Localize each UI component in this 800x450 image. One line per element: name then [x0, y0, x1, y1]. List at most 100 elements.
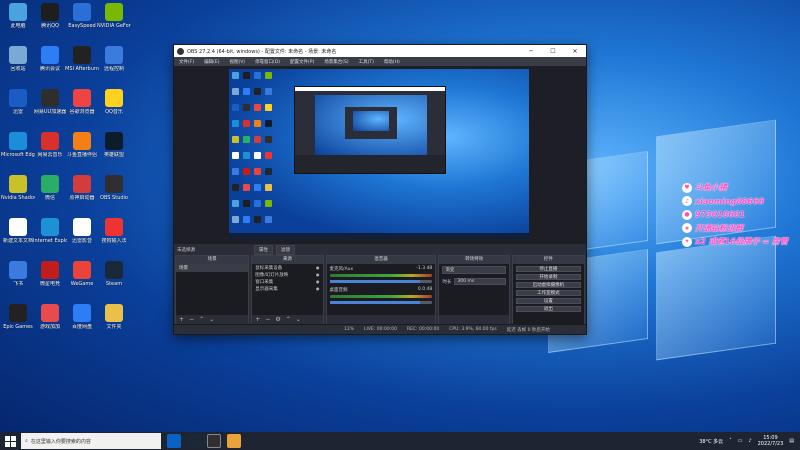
volume-slider[interactable] — [329, 280, 433, 283]
menu-edit[interactable]: 编辑(E) — [199, 59, 224, 65]
add-source-icon[interactable]: + — [255, 316, 260, 323]
desktop-icon[interactable]: 迅雷 — [1, 87, 35, 127]
move-up-icon[interactable]: ⌃ — [199, 316, 204, 323]
menu-file[interactable]: 文件(F) — [174, 59, 199, 65]
volume-icon[interactable]: ♪ — [748, 438, 751, 444]
start-recording-button[interactable]: 开始录制 — [515, 273, 581, 280]
clock[interactable]: 15:09 2022/7/23 — [758, 435, 784, 447]
desktop-icon[interactable]: 文件夹 — [97, 302, 131, 342]
desktop-icon[interactable]: 回收站 — [1, 44, 35, 84]
app-icon — [9, 46, 27, 64]
desktop-icon-label: Internet Explorer — [33, 238, 67, 244]
desktop-icon[interactable]: 百度网盘 — [65, 302, 99, 342]
app-icon — [9, 89, 27, 107]
desktop-icon[interactable]: Internet Explorer — [33, 216, 67, 256]
menu-help[interactable]: 帮助(H) — [379, 59, 405, 65]
desktop-icon[interactable]: MSI Afterburner — [65, 44, 99, 84]
transition-select[interactable]: 渐变 — [442, 266, 506, 274]
start-button[interactable] — [0, 432, 20, 450]
eye-icon[interactable]: ● — [316, 272, 320, 277]
source-item[interactable]: 显示器采集 ● — [252, 285, 322, 292]
close-icon[interactable]: ✕ — [564, 48, 586, 55]
obs-taskbar-icon[interactable] — [207, 434, 221, 448]
source-item[interactable]: 鼠标采集设备 ● — [252, 264, 322, 271]
desktop-icon-label: 迅雷影音 — [71, 238, 92, 244]
steam-taskbar-icon[interactable] — [187, 434, 201, 448]
desktop-icon[interactable]: 搜狗输入法 — [97, 216, 131, 256]
menu-scene-collection[interactable]: 场景集合(S) — [319, 59, 353, 65]
preview-desktop-icon — [232, 88, 239, 95]
start-virtual-camera-button[interactable]: 启动虚拟摄像机 — [515, 281, 581, 288]
preview-desktop-icon — [265, 104, 272, 111]
chevron-up-icon[interactable]: ˄ — [729, 438, 732, 444]
obs-titlebar[interactable]: OBS 27.2.4 (64-bit, windows) - 配置文件: 未命名… — [174, 45, 586, 57]
duration-input[interactable]: 300 ms — [454, 278, 506, 285]
maximize-icon[interactable]: ☐ — [542, 48, 564, 55]
desktop-icon[interactable]: 斗鱼直播伴侣 — [65, 130, 99, 170]
gear-icon[interactable]: ⚙ — [275, 316, 280, 323]
obs-window[interactable]: OBS 27.2.4 (64-bit, windows) - 配置文件: 未命名… — [173, 44, 587, 335]
menu-view[interactable]: 视图(V) — [224, 59, 250, 65]
folder-taskbar-icon[interactable] — [227, 434, 241, 448]
desktop-icon[interactable]: 英雄联盟 — [97, 130, 131, 170]
desktop-icon[interactable]: Nvidia ShadowPlay — [1, 173, 35, 213]
obs-preview[interactable] — [174, 66, 586, 244]
minimize-icon[interactable]: ─ — [520, 48, 542, 55]
studio-mode-button[interactable]: 工作室模式 — [515, 289, 581, 296]
desktop-icon[interactable]: 游戏加加 — [33, 302, 67, 342]
move-down-icon[interactable]: ⌄ — [296, 316, 301, 323]
remove-scene-icon[interactable]: − — [189, 316, 194, 323]
move-down-icon[interactable]: ⌄ — [209, 316, 214, 323]
desktop-icon[interactable]: QQ音乐 — [97, 87, 131, 127]
add-scene-icon[interactable]: + — [179, 316, 184, 323]
desktop-icon[interactable]: 网易UU加速器 — [33, 87, 67, 127]
taskview-icon[interactable] — [167, 434, 181, 448]
filters-button[interactable]: 滤镜 — [276, 244, 295, 255]
source-item[interactable]: 窗口采集 ● — [252, 278, 322, 285]
preview-desktop-icon — [254, 168, 261, 175]
eye-icon[interactable]: ● — [316, 279, 320, 284]
desktop-icon[interactable]: 谷歌浏览器 — [65, 87, 99, 127]
douyin-icon: ♪ — [682, 196, 692, 207]
settings-button[interactable]: 设置 — [515, 297, 581, 304]
desktop-icon[interactable]: NVIDIA GeForce — [97, 1, 131, 41]
desktop-icon[interactable]: 腾讯会议 — [33, 44, 67, 84]
overlay-line: ● 973018681 — [682, 208, 788, 222]
no-source-selected-label: 未选择源 — [177, 247, 195, 253]
menu-docks[interactable]: 停靠窗口(D) — [250, 59, 285, 65]
taskbar-search[interactable]: ⌕ 在这里输入你要搜索的内容 — [21, 433, 161, 449]
desktop-icon[interactable]: Epic Games — [1, 302, 35, 342]
app-icon — [73, 304, 91, 322]
move-up-icon[interactable]: ⌃ — [286, 316, 291, 323]
remove-source-icon[interactable]: − — [265, 316, 270, 323]
desktop-icon[interactable]: EasySpeed — [65, 1, 99, 41]
weather[interactable]: 38°C 多云 — [699, 438, 723, 445]
properties-button[interactable]: 属性 — [254, 244, 273, 255]
desktop-icon[interactable]: Microsoft Edge — [1, 130, 35, 170]
desktop-icon[interactable]: 微星电竞 — [33, 259, 67, 299]
desktop-icon[interactable]: 迅雷影音 — [65, 216, 99, 256]
desktop-icon[interactable]: 微信 — [33, 173, 67, 213]
menu-profile[interactable]: 配置文件(P) — [285, 59, 319, 65]
desktop-icon[interactable]: 新建文本文档 — [1, 216, 35, 256]
network-icon[interactable]: ▭ — [738, 438, 743, 444]
desktop-icon[interactable]: 此电脑 — [1, 1, 35, 41]
desktop-icon[interactable]: 原神启动器 — [65, 173, 99, 213]
eye-icon[interactable]: ● — [316, 286, 320, 291]
menu-tools[interactable]: 工具(T) — [354, 59, 379, 65]
desktop-icon[interactable]: WeGame — [65, 259, 99, 299]
scene-item[interactable]: 场景 — [176, 264, 249, 272]
desktop-icon[interactable]: OBS Studio — [97, 173, 131, 213]
exit-button[interactable]: 退出 — [515, 305, 581, 312]
desktop-icon[interactable]: 飞书 — [1, 259, 35, 299]
search-input[interactable]: 在这里输入你要搜索的内容 — [31, 438, 91, 445]
notification-icon[interactable]: ▤ — [789, 438, 794, 444]
desktop-icon[interactable]: Steam — [97, 259, 131, 299]
source-item[interactable]: 图像/幻灯片放映 ● — [252, 271, 322, 278]
desktop-icon[interactable]: 远程控制 — [97, 44, 131, 84]
eye-icon[interactable]: ● — [316, 265, 320, 270]
stop-streaming-button[interactable]: 停止直播 — [515, 265, 581, 272]
desktop-icon[interactable]: 网易云音乐 — [33, 130, 67, 170]
volume-slider[interactable] — [329, 301, 433, 304]
desktop-icon[interactable]: 腾讯QQ — [33, 1, 67, 41]
